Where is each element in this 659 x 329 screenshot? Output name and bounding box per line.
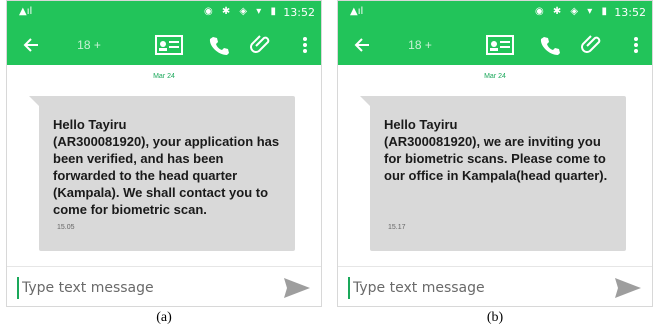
- toolbar: 18 +: [7, 25, 321, 65]
- contact-card-icon[interactable]: [484, 33, 516, 57]
- send-icon[interactable]: [283, 277, 311, 299]
- more-vert-icon[interactable]: [297, 33, 313, 57]
- caption-b: (b): [486, 310, 504, 325]
- status-time: 13:52: [283, 6, 315, 19]
- phone-screenshot-b: ▲ıl ◉ ✱ ◈ ▾ ▮ 13:52 18 + Mar 24 Hello Ta…: [337, 0, 653, 307]
- paperclip-icon[interactable]: [247, 33, 275, 57]
- back-arrow-icon[interactable]: [19, 33, 43, 57]
- message-bubble[interactable]: Hello Tayiru (AR300081920), we are invit…: [370, 96, 626, 251]
- message-bubble[interactable]: Hello Tayiru (AR300081920), your applica…: [39, 96, 295, 251]
- message-text: Hello Tayiru (AR300081920), your applica…: [53, 117, 280, 217]
- contact-number: 18 +: [408, 38, 432, 52]
- date-label: Mar 24: [484, 73, 506, 80]
- caption-a: (a): [156, 310, 172, 325]
- paperclip-icon[interactable]: [578, 33, 606, 57]
- phone-screenshot-a: ▲ıl ◉ ✱ ◈ ▾ ▮ 13:52 18 + Mar 24 Hello Ta…: [6, 0, 322, 307]
- status-bar: ▲ıl ◉ ✱ ◈ ▾ ▮ 13:52: [7, 1, 321, 25]
- send-icon[interactable]: [614, 277, 642, 299]
- phone-icon[interactable]: [538, 33, 562, 57]
- status-time: 13:52: [614, 6, 646, 19]
- message-text: Hello Tayiru (AR300081920), we are invit…: [384, 117, 608, 183]
- status-icons: ◉ ✱ ◈ ▾ ▮: [534, 6, 610, 17]
- compose-row: [7, 267, 321, 306]
- phone-icon[interactable]: [207, 33, 231, 57]
- message-time: 15.17: [388, 224, 406, 231]
- contact-number: 18 +: [77, 38, 101, 52]
- message-input[interactable]: [348, 277, 593, 299]
- status-bar: ▲ıl ◉ ✱ ◈ ▾ ▮ 13:52: [338, 1, 652, 25]
- signal-icon: ▲ıl: [350, 6, 364, 17]
- compose-row: [338, 267, 652, 306]
- date-label: Mar 24: [153, 73, 175, 80]
- message-time: 15.05: [57, 224, 75, 231]
- more-vert-icon[interactable]: [628, 33, 644, 57]
- toolbar: 18 +: [338, 25, 652, 65]
- message-input[interactable]: [17, 277, 262, 299]
- status-icons: ◉ ✱ ◈ ▾ ▮: [203, 6, 279, 17]
- signal-icon: ▲ıl: [19, 6, 33, 17]
- back-arrow-icon[interactable]: [350, 33, 374, 57]
- contact-card-icon[interactable]: [153, 33, 185, 57]
